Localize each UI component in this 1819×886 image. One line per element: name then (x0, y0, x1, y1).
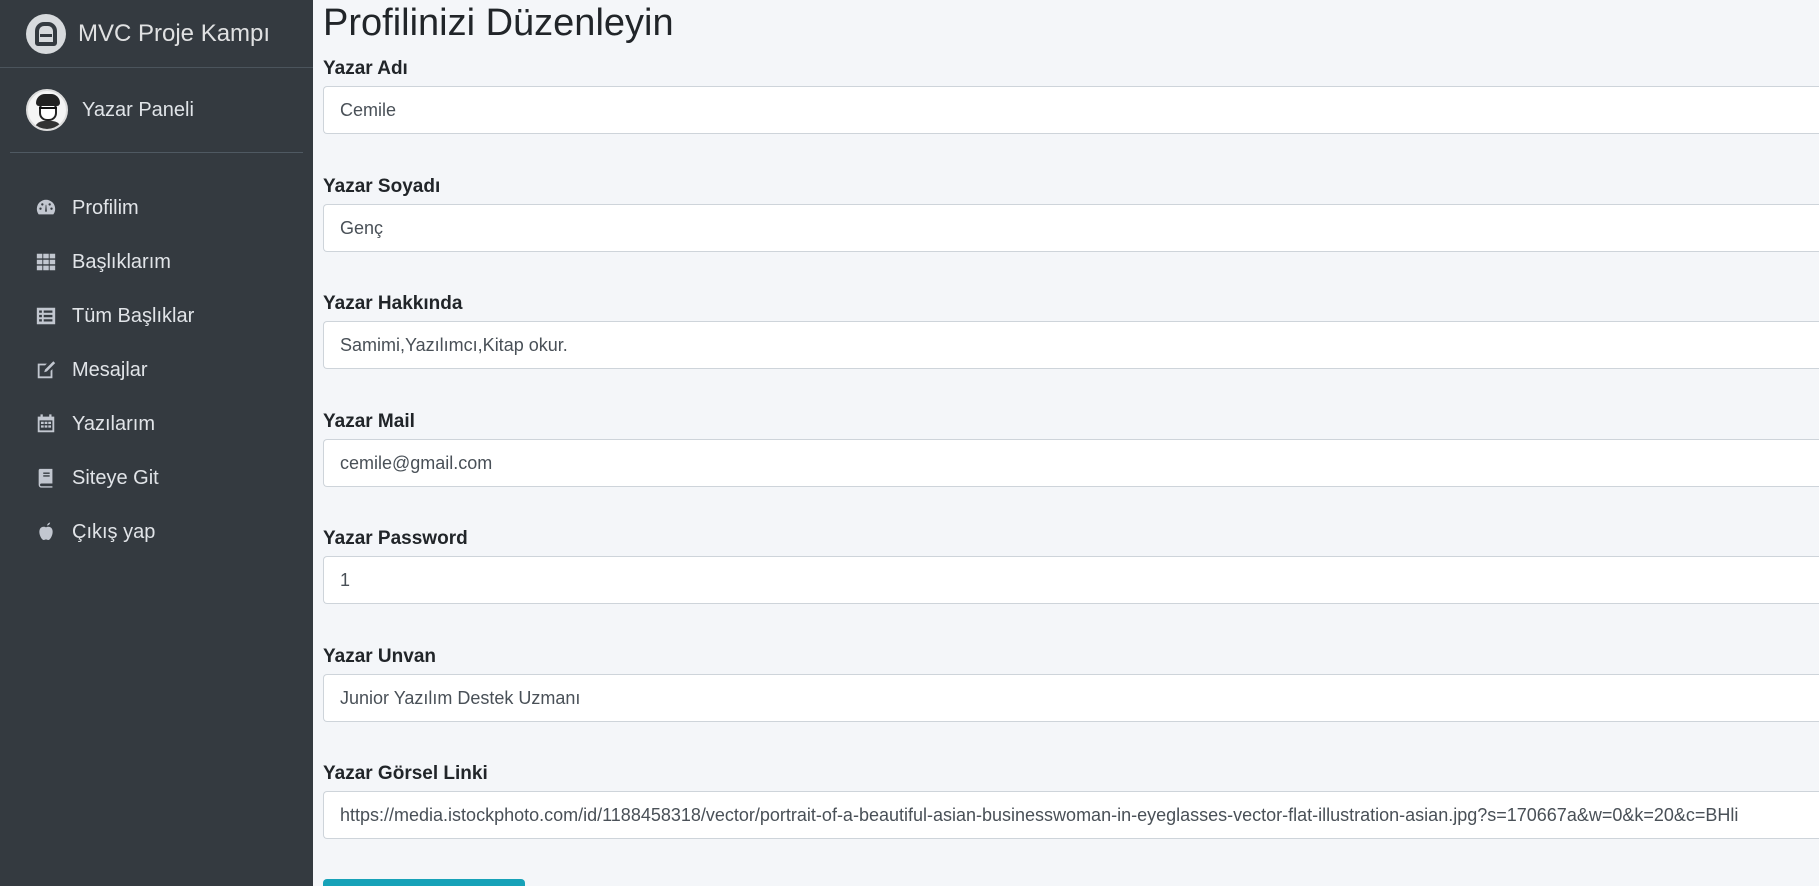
form-group-mail: Yazar Mail cemile@gmail.com (323, 411, 1819, 487)
form-group-name: Yazar Adı Cemile (323, 58, 1819, 134)
sidebar-item-label: Yazılarım (72, 412, 155, 435)
password-input[interactable]: 1 (323, 556, 1819, 604)
brand-link[interactable]: MVC Proje Kampı (0, 0, 313, 68)
sidebar-item-label: Tüm Başlıklar (72, 304, 195, 327)
main-content: Profilinizi Düzenleyin Yazar Adı Cemile … (313, 0, 1819, 886)
name-input[interactable]: Cemile (323, 86, 1819, 134)
mail-input[interactable]: cemile@gmail.com (323, 439, 1819, 487)
title-input[interactable]: Junior Yazılım Destek Uzmanı (323, 674, 1819, 722)
sidebar-item-basliklarim[interactable]: Başlıklarım (10, 235, 303, 289)
form-group-image: Yazar Görsel Linki https://media.istockp… (323, 763, 1819, 839)
sidebar-item-siteye-git[interactable]: Siteye Git (10, 451, 303, 505)
sidebar-item-yazilarim[interactable]: Yazılarım (10, 397, 303, 451)
password-label: Yazar Password (323, 528, 468, 549)
form-group-about: Yazar Hakkında Samimi,Yazılımcı,Kitap ok… (323, 293, 1819, 369)
sidebar-item-tum-basliklar[interactable]: Tüm Başlıklar (10, 289, 303, 343)
sidebar-nav: Profilim Başlıklarım Tüm Başlıklar Mesaj… (0, 181, 313, 559)
sidebar-item-label: Mesajlar (72, 358, 148, 381)
sidebar-item-label: Siteye Git (72, 466, 159, 489)
brand-logo-icon (26, 13, 66, 54)
page-title: Profilinizi Düzenleyin (323, 2, 674, 44)
sidebar: MVC Proje Kampı Yazar Paneli Profilim Ba… (0, 0, 313, 886)
sidebar-item-cikis-yap[interactable]: Çıkış yap (10, 505, 303, 559)
sidebar-item-label: Çıkış yap (72, 520, 156, 543)
about-label: Yazar Hakkında (323, 293, 463, 314)
form-group-surname: Yazar Soyadı Genç (323, 176, 1819, 252)
book-icon (34, 466, 58, 490)
save-button[interactable] (323, 879, 525, 886)
edit-icon (34, 358, 58, 382)
user-name[interactable]: Yazar Paneli (82, 99, 194, 122)
sidebar-item-label: Başlıklarım (72, 250, 171, 273)
surname-input[interactable]: Genç (323, 204, 1819, 252)
sidebar-item-label: Profilim (72, 196, 139, 219)
calendar-icon (34, 412, 58, 436)
mail-label: Yazar Mail (323, 411, 415, 432)
grid-icon (34, 250, 58, 274)
form-group-password: Yazar Password 1 (323, 528, 1819, 604)
user-panel[interactable]: Yazar Paneli (10, 68, 303, 153)
avatar (26, 89, 68, 131)
name-label: Yazar Adı (323, 58, 408, 79)
form-group-title: Yazar Unvan Junior Yazılım Destek Uzmanı (323, 646, 1819, 722)
brand-title: MVC Proje Kampı (78, 19, 271, 47)
list-icon (34, 304, 58, 328)
title-label: Yazar Unvan (323, 646, 436, 667)
sidebar-item-mesajlar[interactable]: Mesajlar (10, 343, 303, 397)
about-input[interactable]: Samimi,Yazılımcı,Kitap okur. (323, 321, 1819, 369)
apple-icon (34, 520, 58, 544)
tachometer-icon (34, 196, 58, 220)
sidebar-item-profilim[interactable]: Profilim (10, 181, 303, 235)
image-link-input[interactable]: https://media.istockphoto.com/id/1188458… (323, 791, 1819, 839)
image-label: Yazar Görsel Linki (323, 763, 488, 784)
surname-label: Yazar Soyadı (323, 176, 441, 197)
